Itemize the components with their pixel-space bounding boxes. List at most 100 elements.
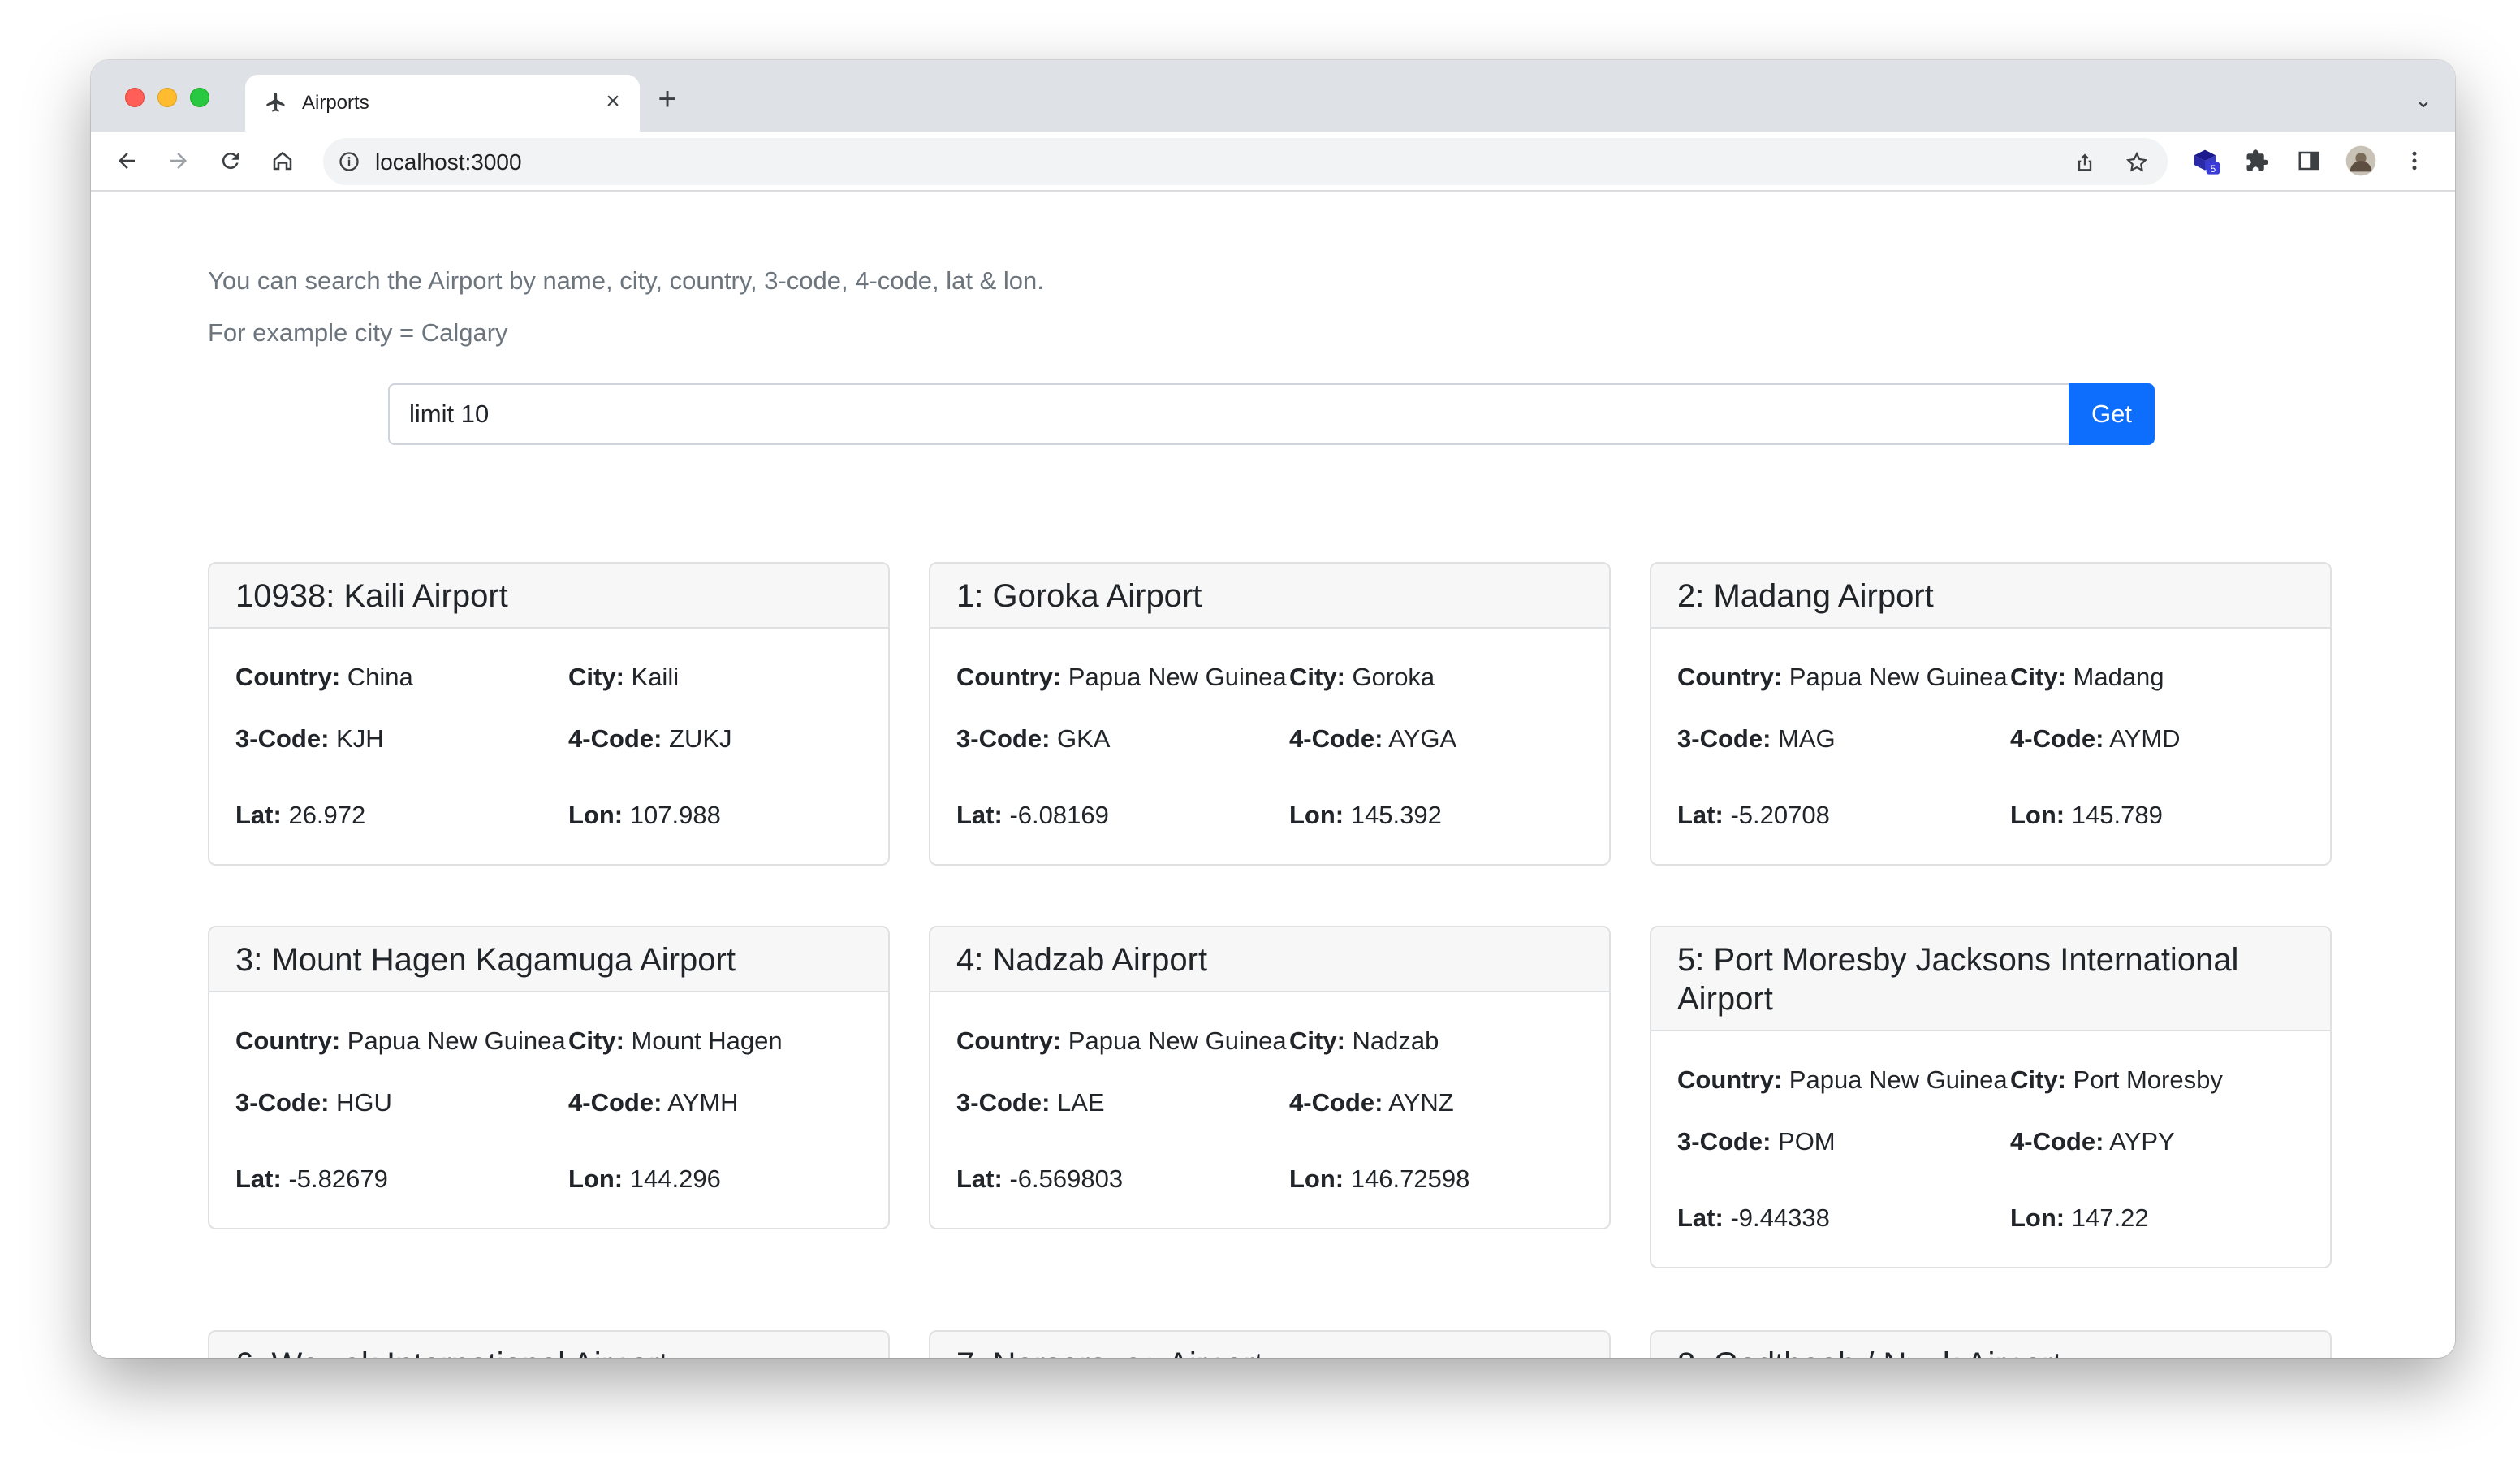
field-label: 4-Code: [1289, 724, 1383, 753]
intro-text: You can search the Airport by name, city… [208, 266, 1044, 295]
airport-field-lon: Lon: 146.72598 [1289, 1160, 1598, 1199]
field-value: AYMD [2109, 724, 2181, 753]
cube-extension-icon: 5 [2194, 149, 2220, 175]
back-button[interactable] [109, 143, 145, 179]
field-label: Lon: [1289, 801, 1344, 829]
share-icon[interactable] [2070, 148, 2099, 177]
airport-card-title: 3: Mount Hagen Kagamuga Airport [209, 927, 888, 992]
info-icon[interactable] [338, 150, 360, 173]
close-window-button[interactable] [125, 88, 145, 107]
browser-window: Airports × + ⌄ localhost:3000 5 You can … [91, 60, 2455, 1358]
airplane-icon [266, 93, 285, 112]
field-label: Country: [235, 663, 341, 691]
airport-field-city: City: Mount Hagen [568, 1022, 877, 1061]
airport-card: 10938: Kaili Airport Country: China City: … [208, 562, 890, 866]
field-label: Lat: [235, 1165, 282, 1193]
airport-field-code3: 3-Code: MAG [1677, 720, 2010, 758]
airport-card-title: 8: Godthaab / Nuuk Airport [1651, 1332, 2330, 1358]
field-value: Mount Hagen [631, 1026, 783, 1055]
airport-card-title: 5: Port Moresby Jacksons International A… [1651, 927, 2330, 1031]
profile-avatar[interactable] [2343, 143, 2379, 179]
airport-field-code4: 4-Code: AYNZ [1289, 1083, 1598, 1122]
example-text: For example city = Calgary [208, 318, 508, 347]
tab-airports[interactable]: Airports × [245, 75, 640, 132]
field-value: 26.972 [288, 801, 366, 829]
field-label: Country: [1677, 1065, 1783, 1094]
close-tab-icon[interactable]: × [601, 89, 625, 114]
airport-field-lat: Lat: -6.569803 [956, 1160, 1289, 1199]
field-value: Kaili [631, 663, 680, 691]
field-value: Port Moresby [2073, 1065, 2223, 1094]
airport-field-city: City: Goroka [1289, 658, 1598, 697]
field-label: City: [1289, 663, 1345, 691]
airport-field-lon: Lon: 145.392 [1289, 796, 1598, 835]
address-bar[interactable]: localhost:3000 [323, 138, 2168, 185]
airport-field-lat: Lat: -9.44338 [1677, 1199, 2010, 1238]
airport-card-body: Country: Papua New Guinea City: Port More… [1651, 1031, 2330, 1267]
field-label: Lon: [1289, 1165, 1344, 1193]
field-value: Goroka [1352, 663, 1435, 691]
airport-card-title: 7: Narsarsuaq Airport [930, 1332, 1609, 1358]
field-value: -5.20708 [1730, 801, 1830, 829]
forward-button[interactable] [161, 143, 196, 179]
field-label: Lat: [956, 1165, 1003, 1193]
field-value: 107.988 [629, 801, 721, 829]
more-menu-icon[interactable] [2397, 143, 2432, 179]
reload-button[interactable] [213, 143, 248, 179]
airport-field-code3: 3-Code: HGU [235, 1083, 568, 1122]
airport-field-lon: Lon: 144.296 [568, 1160, 877, 1199]
tab-strip: Airports × + ⌄ [91, 60, 2455, 132]
home-button[interactable] [265, 143, 300, 179]
side-panel-icon[interactable] [2291, 143, 2327, 179]
airport-card: 6: Wewak International Airport [208, 1330, 890, 1358]
field-label: Lon: [568, 801, 624, 829]
field-value: China [347, 663, 413, 691]
home-icon [273, 151, 292, 171]
field-label: City: [1289, 1026, 1345, 1055]
field-value: AYGA [1388, 724, 1457, 753]
airport-field-country: Country: China [235, 658, 568, 697]
airport-field-lat: Lat: -6.08169 [956, 796, 1289, 835]
tab-title: Airports [302, 92, 369, 114]
airport-card-body: Country: Papua New Guinea City: Madang 3-C… [1651, 629, 2330, 864]
minimize-window-button[interactable] [158, 88, 177, 107]
field-value: Madang [2073, 663, 2164, 691]
field-label: Lat: [956, 801, 1003, 829]
field-value: HGU [336, 1088, 392, 1117]
airport-card: 1: Goroka Airport Country: Papua New Guin… [929, 562, 1611, 866]
airport-field-code4: 4-Code: AYMD [2010, 720, 2319, 758]
search-input[interactable] [388, 383, 2069, 445]
airport-field-lon: Lon: 147.22 [2010, 1199, 2319, 1238]
field-label: Country: [956, 1026, 1062, 1055]
maximize-window-button[interactable] [190, 88, 209, 107]
bookmark-star-icon[interactable] [2122, 148, 2151, 177]
airport-card-body: Country: Papua New Guinea City: Nadzab 3-C… [930, 992, 1609, 1228]
extension-icon[interactable]: 5 [2187, 143, 2223, 179]
field-label: 4-Code: [2010, 724, 2104, 753]
field-label: Lat: [235, 801, 282, 829]
field-value: LAE [1057, 1088, 1105, 1117]
field-value: -6.569803 [1009, 1165, 1124, 1193]
field-label: Lon: [568, 1165, 624, 1193]
airport-field-code4: 4-Code: AYPY [2010, 1122, 2319, 1161]
get-button[interactable]: Get [2069, 383, 2155, 445]
airport-field-code3: 3-Code: POM [1677, 1122, 2010, 1161]
airport-field-city: City: Port Moresby [2010, 1061, 2319, 1100]
airport-field-country: Country: Papua New Guinea [956, 1022, 1289, 1061]
field-value: Papua New Guinea [347, 1026, 566, 1055]
url-text: localhost:3000 [375, 149, 522, 175]
airport-field-lat: Lat: -5.20708 [1677, 796, 2010, 835]
airport-field-code3: 3-Code: KJH [235, 720, 568, 758]
field-label: City: [2010, 1065, 2066, 1094]
field-value: MAG [1778, 724, 1836, 753]
airport-card-title: 1: Goroka Airport [930, 564, 1609, 629]
field-label: Country: [235, 1026, 341, 1055]
airport-field-country: Country: Papua New Guinea [1677, 1061, 2010, 1100]
field-value: Papua New Guinea [1068, 663, 1287, 691]
puzzle-extensions-icon[interactable] [2239, 143, 2275, 179]
page-content: You can search the Airport by name, city… [91, 193, 2455, 1358]
reload-icon [222, 153, 239, 170]
chevron-down-icon[interactable]: ⌄ [2410, 86, 2437, 114]
new-tab-button[interactable]: + [651, 83, 684, 117]
airport-card: 4: Nadzab Airport Country: Papua New Guin… [929, 926, 1611, 1229]
